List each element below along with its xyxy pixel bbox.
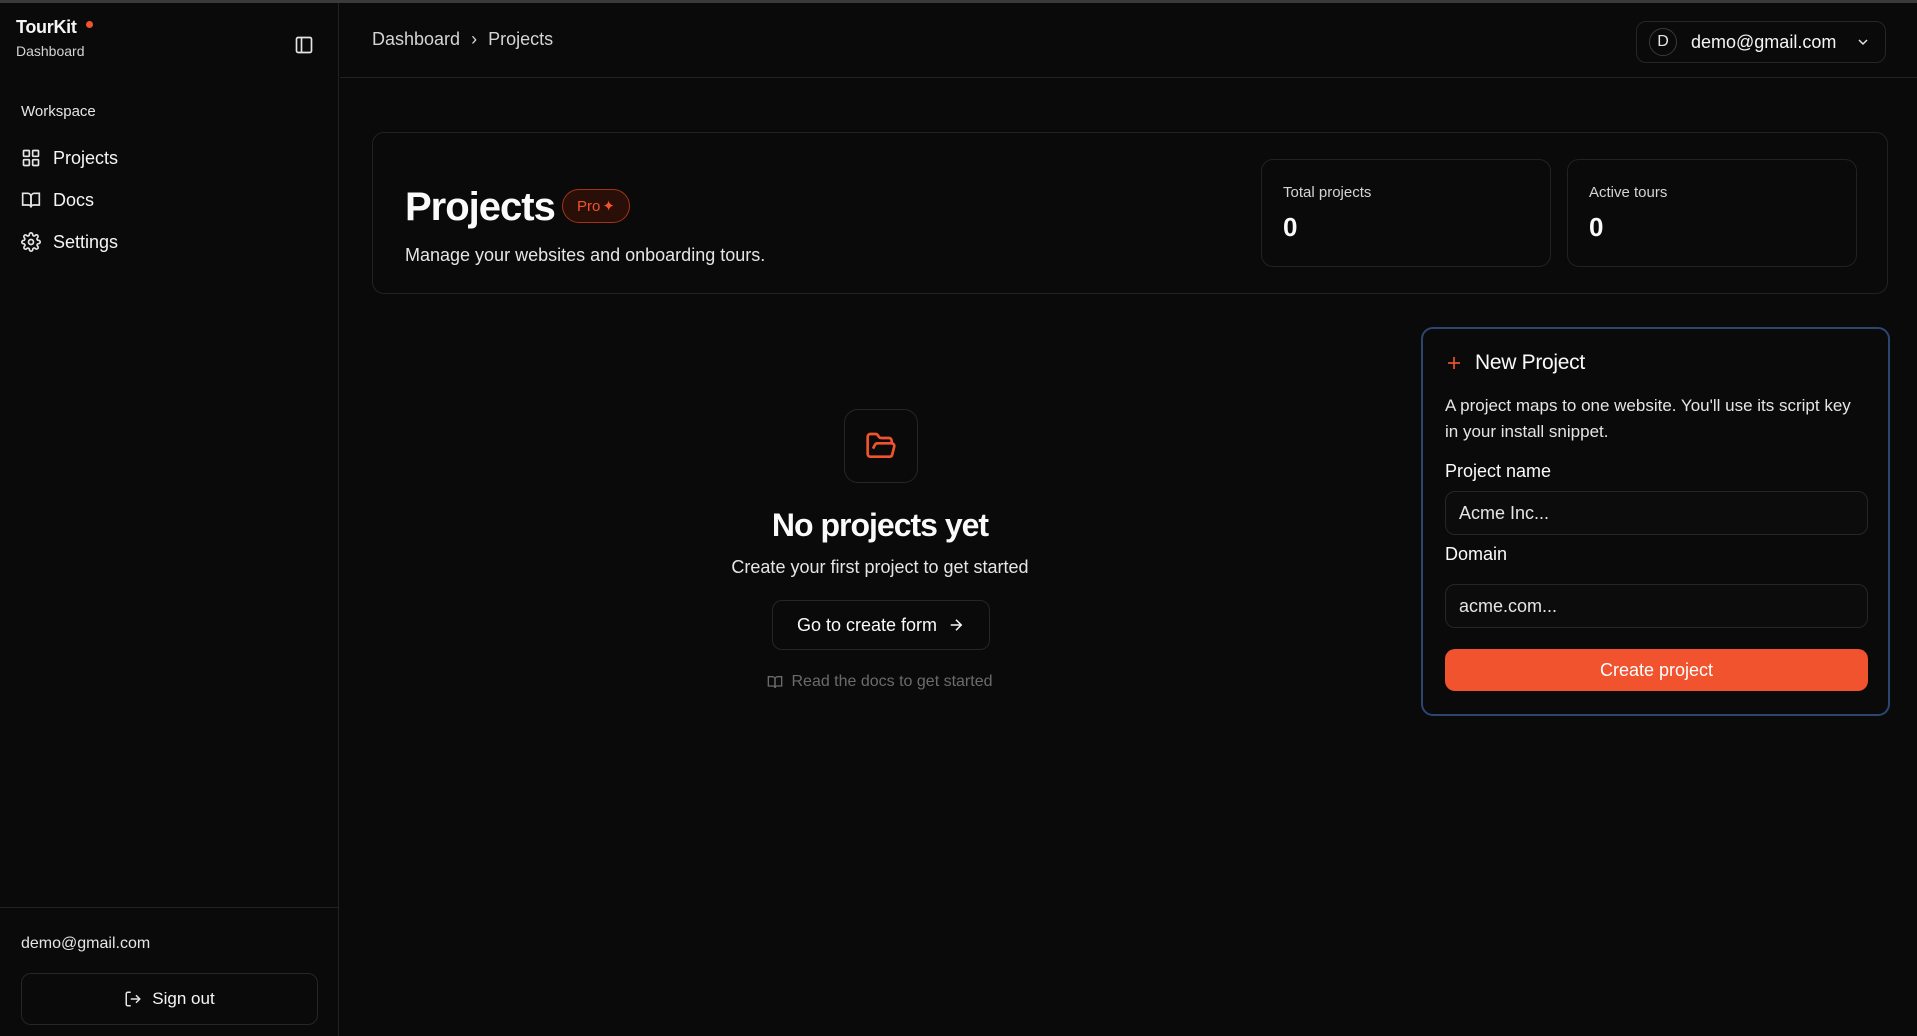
page-title: Projects xyxy=(405,185,556,229)
new-project-title: New Project xyxy=(1475,351,1585,374)
empty-state-subtitle: Create your first project to get started xyxy=(731,557,1029,577)
new-project-header: New Project xyxy=(1445,351,1585,375)
plus-icon xyxy=(1448,357,1460,369)
account-email: demo@gmail.com xyxy=(21,935,151,952)
gear-icon xyxy=(21,232,41,252)
stat-label: Total projects xyxy=(1283,184,1372,201)
book-icon xyxy=(21,192,41,208)
sign-out-label: Sign out xyxy=(152,989,215,1008)
page-description: Manage your websites and onboarding tour… xyxy=(405,245,766,265)
sidebar-item-label: Settings xyxy=(53,231,119,252)
go-to-create-form-label: Go to create form xyxy=(796,614,938,635)
sidebar: TourKit Dashboard Workspace Projects Doc… xyxy=(0,3,339,1036)
user-email: demo@gmail.com xyxy=(1691,31,1837,52)
sidebar-section-label: Workspace xyxy=(21,103,96,120)
sidebar-item-settings[interactable]: Settings xyxy=(12,221,328,263)
breadcrumb-current: Projects xyxy=(488,29,554,49)
user-menu-button[interactable]: D demo@gmail.com xyxy=(1636,21,1886,63)
breadcrumb: Dashboard › Projects xyxy=(372,29,553,50)
sidebar-toggle-icon xyxy=(295,36,313,54)
top-header: Dashboard › Projects D demo@gmail.com xyxy=(340,3,1917,78)
stat-total-projects: Total projects 0 xyxy=(1261,159,1551,267)
brand: TourKit Dashboard xyxy=(16,17,93,59)
project-name-label: Project name xyxy=(1445,461,1552,481)
read-docs-link[interactable]: Read the docs to get started xyxy=(652,673,1108,691)
brand-subtitle: Dashboard xyxy=(16,43,85,59)
sparkle-icon: ✦ xyxy=(602,198,615,215)
sidebar-nav: Projects Docs Settings xyxy=(12,137,328,263)
sidebar-item-label: Projects xyxy=(53,147,119,168)
brand-name-row: TourKit xyxy=(16,17,93,38)
pro-badge-label: Pro xyxy=(577,197,601,215)
grid-icon xyxy=(22,149,40,167)
read-docs-label: Read the docs to get started xyxy=(791,673,993,690)
sign-out-button[interactable]: Sign out xyxy=(21,973,318,1025)
book-icon xyxy=(768,676,783,689)
go-to-create-form-button[interactable]: Go to create form xyxy=(772,600,990,650)
stat-label: Active tours xyxy=(1589,184,1668,201)
sidebar-item-projects[interactable]: Projects xyxy=(12,137,328,179)
pro-badge: Pro ✦ xyxy=(562,189,630,223)
new-project-card: New Project A project maps to one websit… xyxy=(1421,327,1890,716)
project-name-input[interactable] xyxy=(1445,491,1868,535)
avatar: D xyxy=(1649,28,1677,56)
arrow-right-icon xyxy=(950,619,963,631)
sidebar-item-docs[interactable]: Docs xyxy=(12,179,328,221)
domain-label: Domain xyxy=(1445,544,1508,564)
create-project-button[interactable]: Create project xyxy=(1445,649,1868,691)
stat-value: 0 xyxy=(1589,212,1604,242)
sidebar-toggle-button[interactable] xyxy=(290,31,318,59)
new-project-description: A project maps to one website. You'll us… xyxy=(1445,396,1851,441)
empty-state-icon-box xyxy=(844,409,918,483)
domain-input[interactable] xyxy=(1445,584,1868,628)
log-out-icon xyxy=(125,991,142,1007)
stat-active-tours: Active tours 0 xyxy=(1567,159,1857,267)
main-content: Projects Pro ✦ Manage your websites and … xyxy=(340,79,1917,1036)
breadcrumb-separator: › xyxy=(471,29,478,49)
stat-value: 0 xyxy=(1283,212,1298,242)
status-dot xyxy=(85,21,93,28)
brand-name: TourKit xyxy=(16,17,77,37)
projects-hero: Projects Pro ✦ Manage your websites and … xyxy=(372,132,1888,294)
empty-state-title: No projects yet xyxy=(771,507,989,543)
sidebar-item-label: Docs xyxy=(53,189,95,210)
breadcrumb-dashboard[interactable]: Dashboard xyxy=(372,29,460,50)
chevron-down-icon xyxy=(1858,39,1868,46)
folder-open-icon xyxy=(866,432,896,458)
sidebar-footer: demo@gmail.com Sign out xyxy=(0,907,338,1036)
